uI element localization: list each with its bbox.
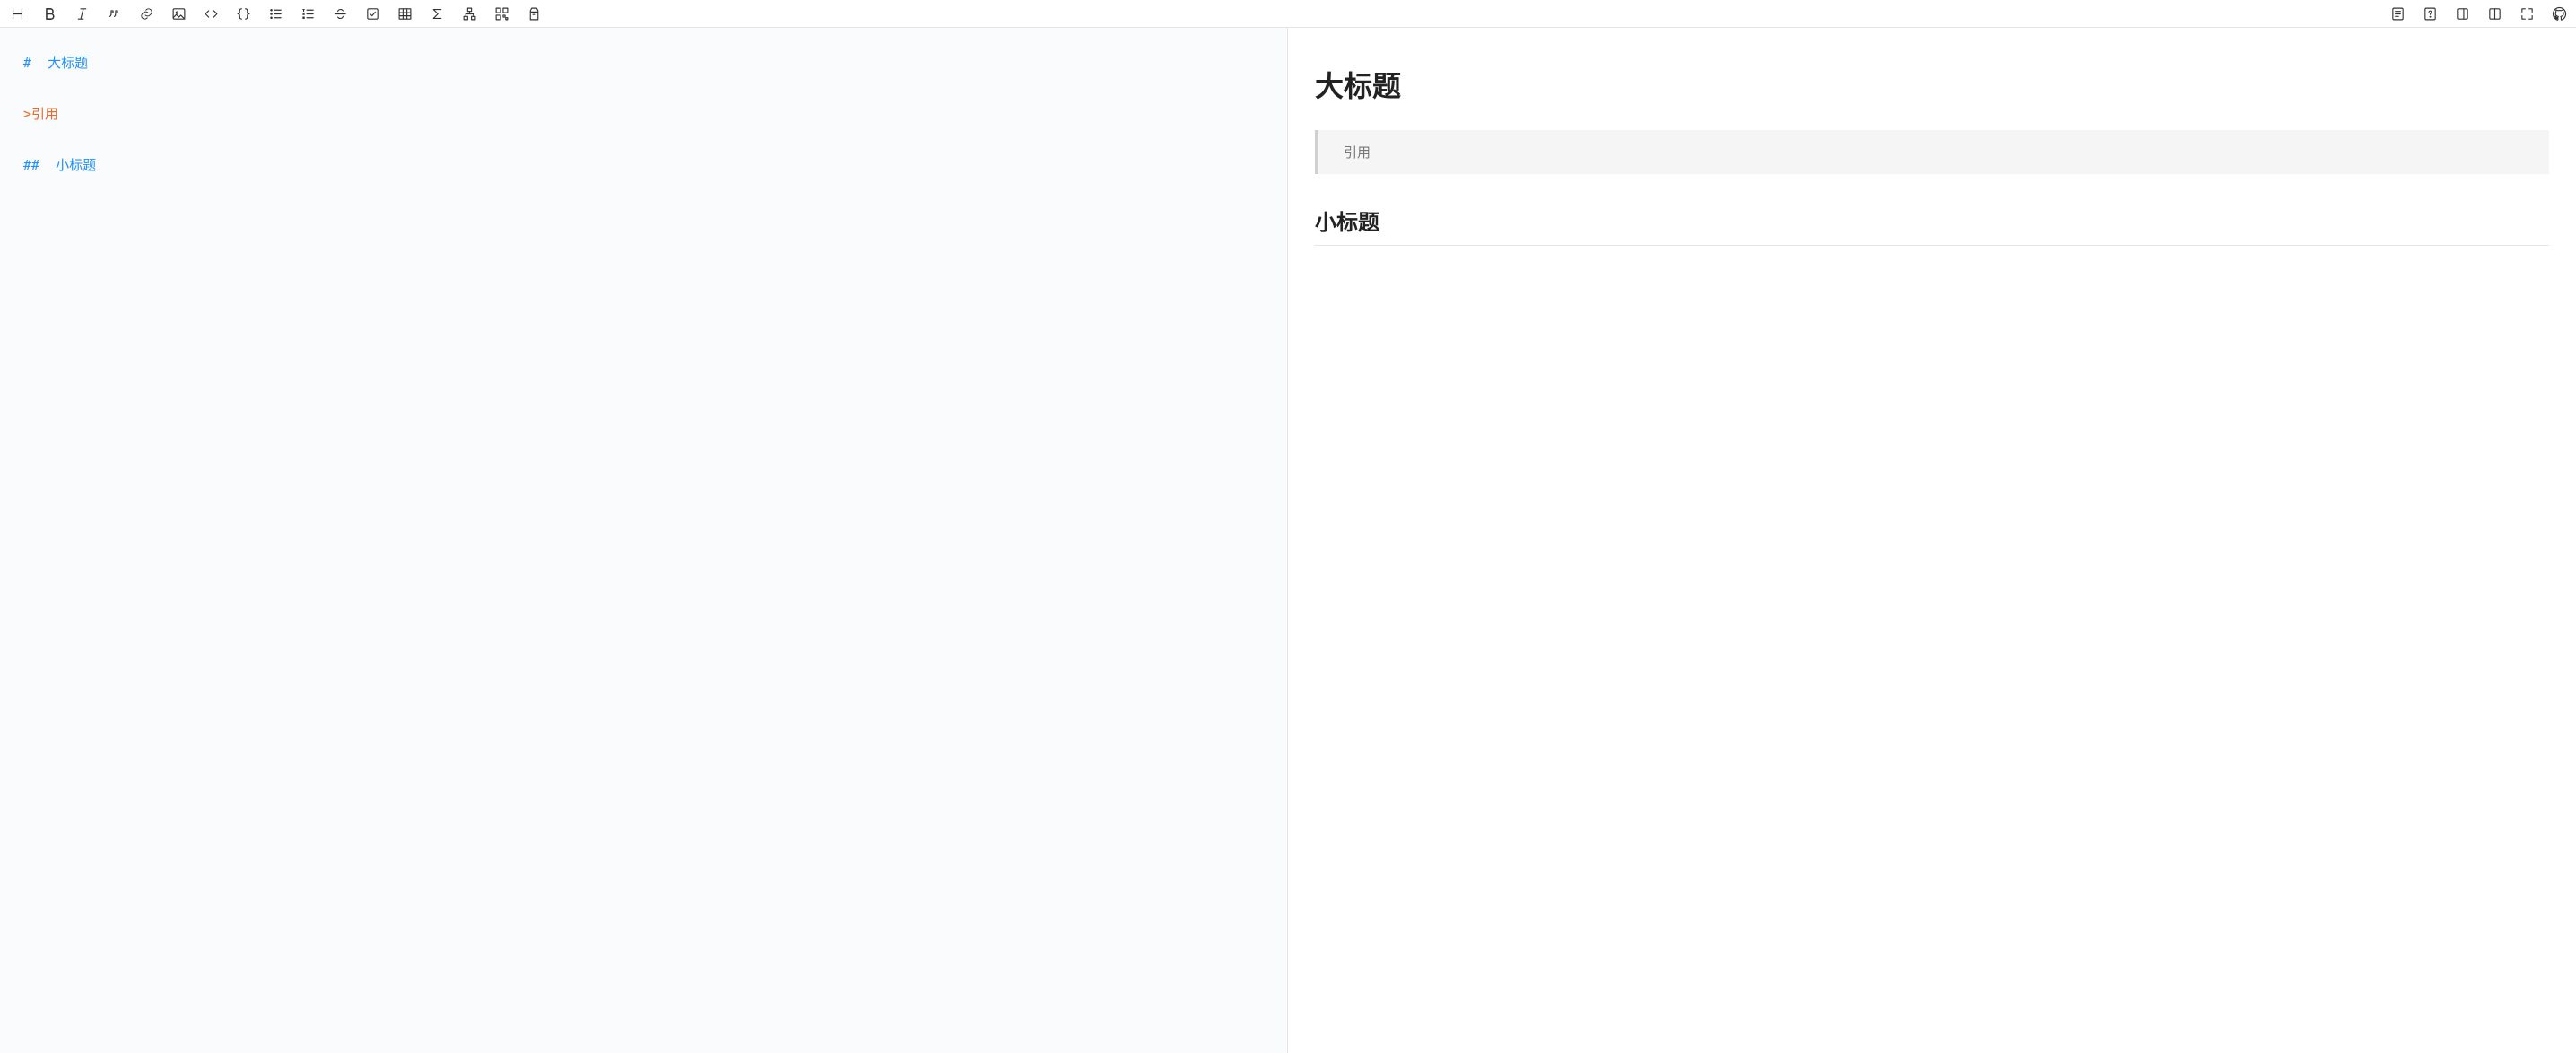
quote-icon[interactable]	[106, 5, 122, 22]
qrcode-icon[interactable]	[493, 5, 509, 22]
main-area: # 大标题 >引用 ## 小标题 大标题 引用 小标题	[0, 28, 2576, 1053]
github-icon[interactable]	[2551, 5, 2567, 22]
quote-text: 引用	[31, 106, 58, 122]
export-icon[interactable]	[526, 5, 542, 22]
fullscreen-icon[interactable]	[2519, 5, 2535, 22]
syntax-marker: ##	[23, 157, 56, 173]
editor-line[interactable]: >引用	[23, 95, 1264, 133]
syntax-marker: #	[23, 55, 48, 71]
split-pane-icon[interactable]	[2486, 5, 2502, 22]
image-icon[interactable]	[170, 5, 187, 22]
task-list-icon[interactable]	[364, 5, 380, 22]
bold-icon[interactable]	[41, 5, 57, 22]
preview-heading1: 大标题	[1315, 64, 2549, 105]
heading-text: 大标题	[48, 55, 88, 71]
toolbar	[0, 0, 2576, 28]
sum-icon[interactable]	[429, 5, 445, 22]
outline-icon[interactable]	[2389, 5, 2406, 22]
diagram-icon[interactable]	[461, 5, 477, 22]
editor-line[interactable]	[23, 82, 1264, 95]
toolbar-right	[2389, 5, 2567, 22]
preview-blockquote: 引用	[1315, 130, 2549, 174]
code-icon[interactable]	[203, 5, 219, 22]
markdown-editor[interactable]: # 大标题 >引用 ## 小标题	[0, 28, 1288, 1053]
editor-line[interactable]: # 大标题	[23, 44, 1264, 82]
help-icon[interactable]	[2422, 5, 2438, 22]
preview-heading2: 小标题	[1315, 205, 2549, 246]
toolbar-left	[9, 5, 542, 22]
heading-icon[interactable]	[9, 5, 25, 22]
ordered-list-icon[interactable]	[300, 5, 316, 22]
table-icon[interactable]	[396, 5, 413, 22]
preview-pane: 大标题 引用 小标题	[1288, 28, 2576, 1053]
unordered-list-icon[interactable]	[267, 5, 283, 22]
editor-line[interactable]: ## 小标题	[23, 146, 1264, 184]
link-icon[interactable]	[138, 5, 154, 22]
editor-line[interactable]	[23, 133, 1264, 146]
syntax-marker: >	[23, 106, 31, 122]
italic-icon[interactable]	[74, 5, 90, 22]
braces-icon[interactable]	[235, 5, 251, 22]
strikethrough-icon[interactable]	[332, 5, 348, 22]
single-pane-icon[interactable]	[2454, 5, 2470, 22]
heading-text: 小标题	[56, 157, 96, 173]
